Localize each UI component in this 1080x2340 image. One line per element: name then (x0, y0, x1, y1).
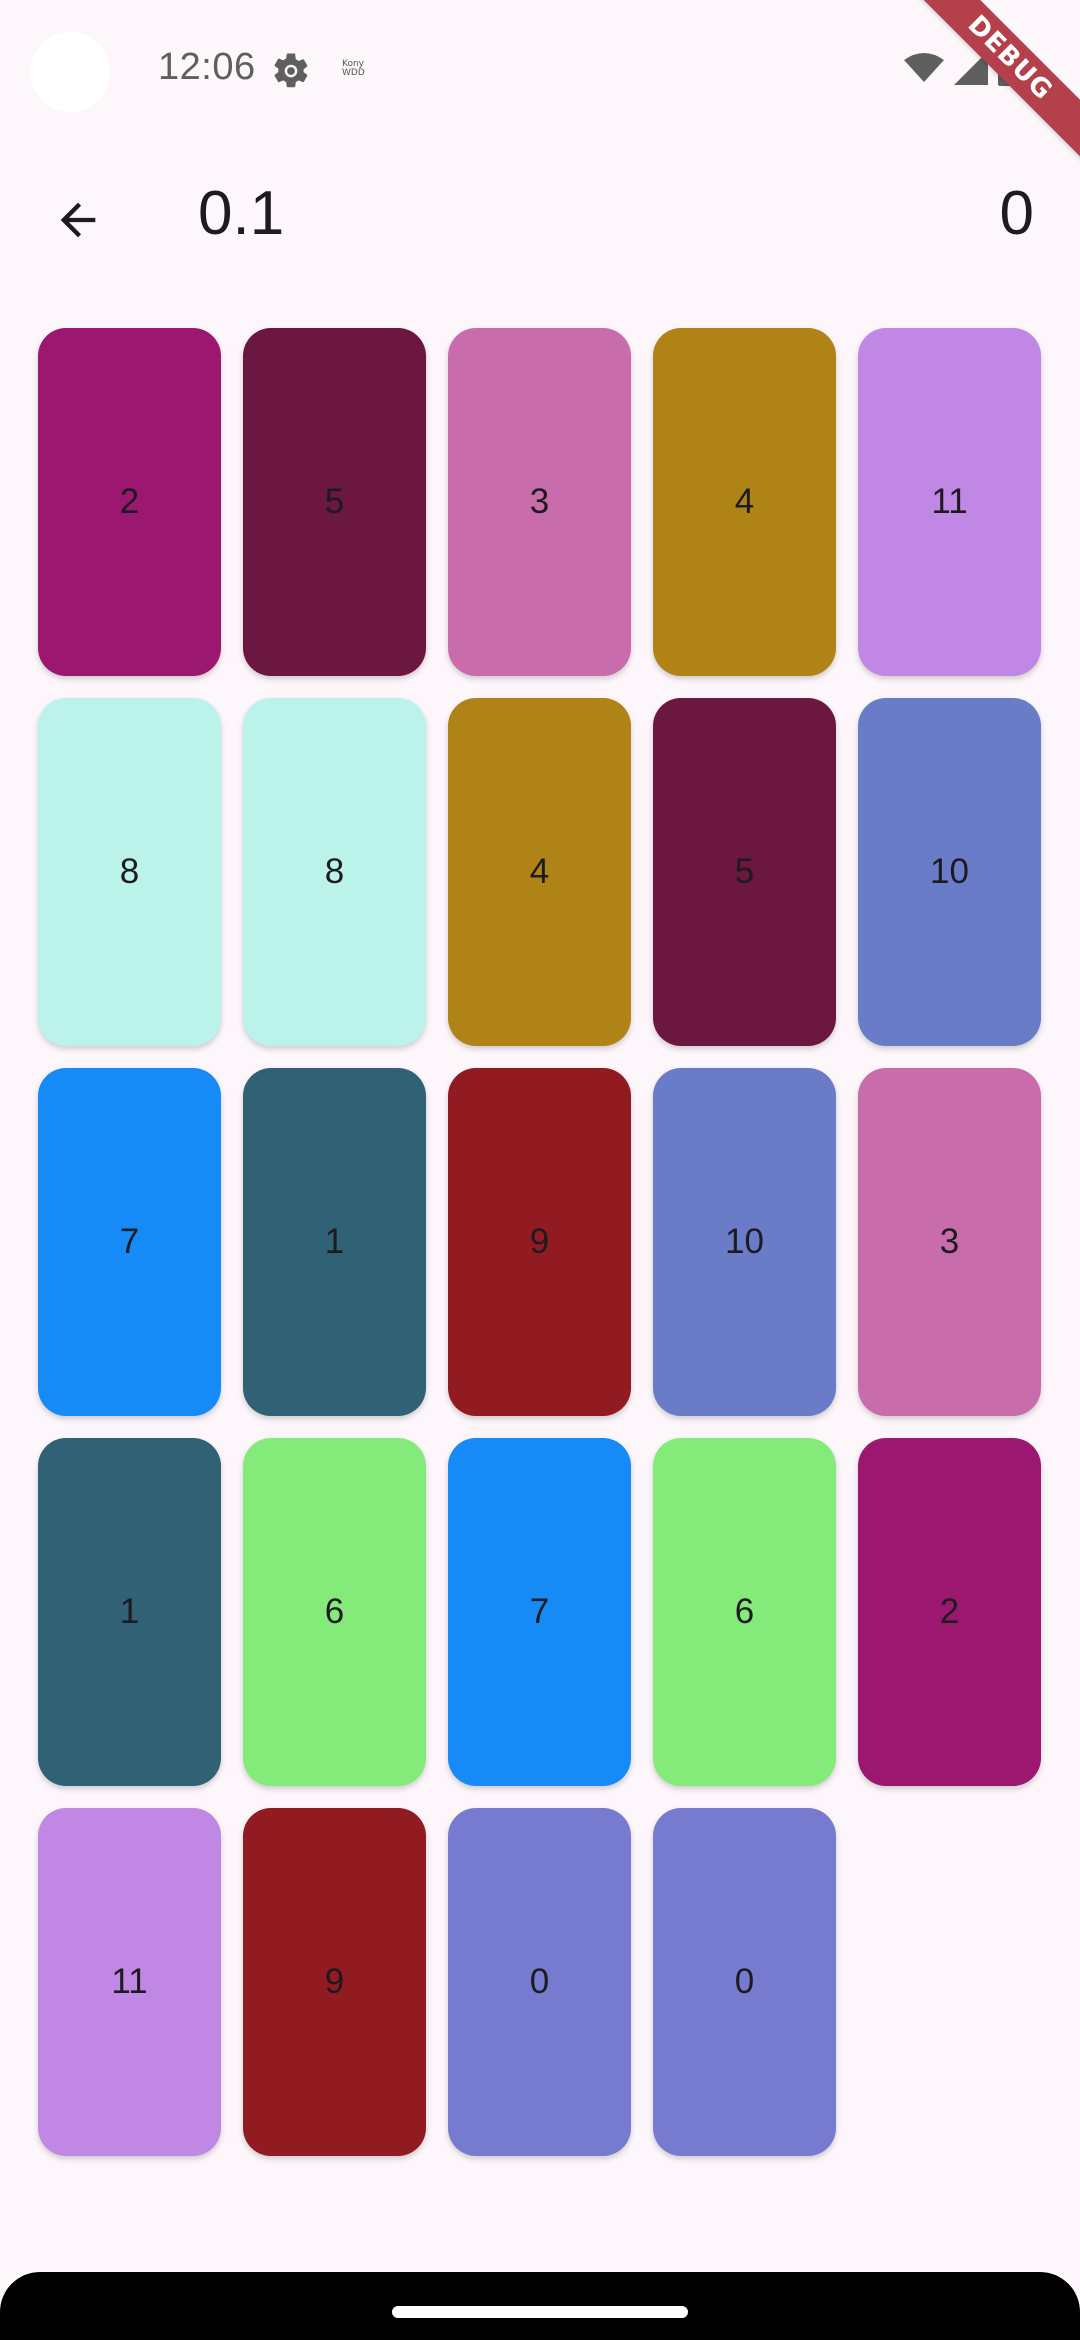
memory-card[interactable]: 4 (448, 698, 631, 1046)
card-number: 1 (324, 1222, 345, 1261)
app-bar: 0.1 0 (0, 160, 1080, 264)
memory-card[interactable]: 0 (653, 1808, 836, 2156)
memory-card[interactable]: 9 (243, 1808, 426, 2156)
memory-card[interactable]: 0 (448, 1808, 631, 2156)
home-gesture-handle[interactable] (392, 2306, 688, 2318)
card-number: 4 (734, 482, 755, 521)
memory-card[interactable]: 3 (858, 1068, 1041, 1416)
memory-card[interactable]: 5 (243, 328, 426, 676)
back-button[interactable] (38, 182, 118, 262)
card-number: 6 (324, 1592, 345, 1631)
card-number: 4 (529, 852, 550, 891)
memory-card[interactable]: 9 (448, 1068, 631, 1416)
status-time: 12:06 (158, 46, 256, 88)
card-number: 10 (725, 1222, 764, 1261)
camera-cutout (30, 32, 110, 112)
card-number: 7 (529, 1592, 550, 1631)
memory-card[interactable]: 8 (38, 698, 221, 1046)
card-number: 2 (119, 482, 140, 521)
back-arrow-icon (52, 194, 104, 251)
page-title: 0.1 (198, 179, 285, 248)
memory-card[interactable]: 7 (448, 1438, 631, 1786)
card-number: 0 (734, 1962, 755, 2001)
card-number: 5 (734, 852, 755, 891)
memory-card[interactable]: 7 (38, 1068, 221, 1416)
memory-card[interactable]: 10 (653, 1068, 836, 1416)
card-number: 1 (119, 1592, 140, 1631)
score-counter: 0 (999, 179, 1034, 248)
card-number: 2 (939, 1592, 960, 1631)
navigation-bar (0, 2272, 1080, 2340)
memory-card[interactable]: 3 (448, 328, 631, 676)
card-number: 3 (529, 482, 550, 521)
memory-card[interactable]: 2 (858, 1438, 1041, 1786)
status-bar: 12:06 Kony WDD (0, 0, 1080, 140)
card-number: 0 (529, 1962, 550, 2001)
card-number: 9 (529, 1222, 550, 1261)
memory-card[interactable]: 2 (38, 328, 221, 676)
settings-gear-icon (270, 50, 312, 92)
card-number: 7 (119, 1222, 140, 1261)
memory-card[interactable]: 11 (38, 1808, 221, 2156)
card-number: 11 (111, 1962, 148, 2001)
card-number: 3 (939, 1222, 960, 1261)
memory-card[interactable]: 5 (653, 698, 836, 1046)
memory-card[interactable]: 10 (858, 698, 1041, 1046)
memory-card[interactable]: 1 (243, 1068, 426, 1416)
wifi-icon (904, 52, 944, 89)
memory-card[interactable]: 8 (243, 698, 426, 1046)
card-number: 11 (931, 482, 968, 521)
memory-card[interactable]: 1 (38, 1438, 221, 1786)
card-grid: 2 5 3 4 11 8 8 4 5 10 7 1 9 10 3 1 6 7 6 2 11 9 0 0 (38, 328, 1044, 2156)
card-number: 6 (734, 1592, 755, 1631)
memory-card[interactable]: 4 (653, 328, 836, 676)
memory-card[interactable]: 6 (243, 1438, 426, 1786)
card-number: 8 (119, 852, 140, 891)
card-number: 5 (324, 482, 345, 521)
card-number: 9 (324, 1962, 345, 2001)
card-number: 10 (930, 852, 969, 891)
memory-card[interactable]: 6 (653, 1438, 836, 1786)
card-number: 8 (324, 852, 345, 891)
notification-icon: Kony WDD (342, 59, 365, 78)
memory-card[interactable]: 11 (858, 328, 1041, 676)
